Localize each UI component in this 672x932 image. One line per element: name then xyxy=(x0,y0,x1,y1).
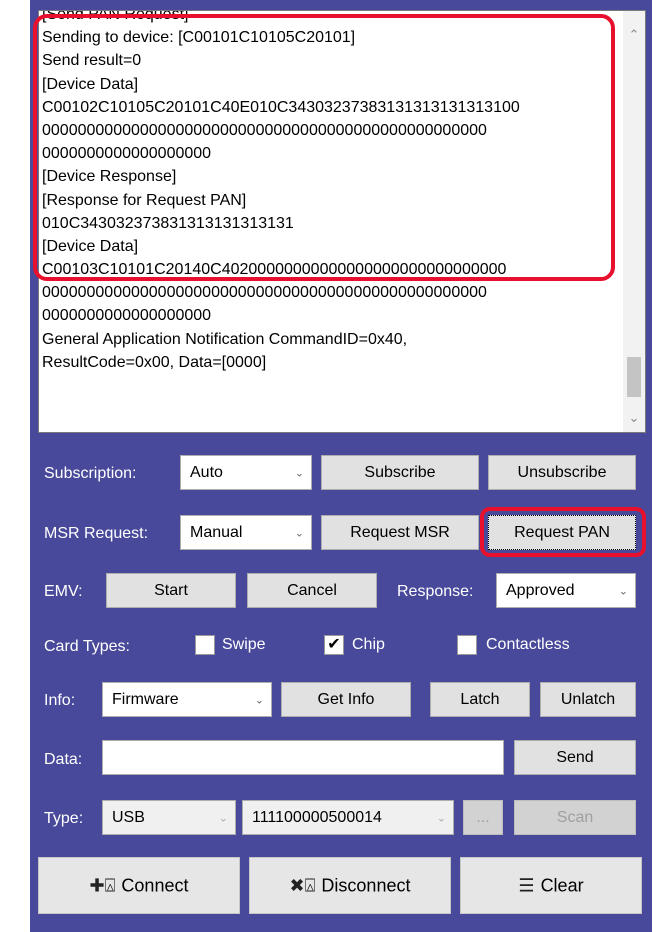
info-select[interactable]: Firmware ⌄ xyxy=(102,682,272,717)
swipe-label: Swipe xyxy=(222,636,266,653)
card-types-label: Card Types: xyxy=(44,638,130,655)
scroll-thumb[interactable] xyxy=(627,357,641,397)
unlatch-button[interactable]: Unlatch xyxy=(540,682,636,717)
chevron-down-icon: ⌄ xyxy=(436,812,446,824)
checkmark-icon: ✔ xyxy=(327,636,341,653)
response-value: Approved xyxy=(506,581,575,599)
unsubscribe-button[interactable]: Unsubscribe xyxy=(488,455,636,490)
chip-label: Chip xyxy=(352,636,385,653)
response-select[interactable]: Approved ⌄ xyxy=(496,573,636,608)
chip-checkbox[interactable]: ✔ xyxy=(324,635,344,655)
log-highlight xyxy=(33,14,615,281)
browse-button[interactable]: ... xyxy=(463,800,503,835)
msr-request-label: MSR Request: xyxy=(44,525,149,542)
emv-label: EMV: xyxy=(44,583,83,600)
data-input[interactable] xyxy=(102,740,504,775)
emv-start-button[interactable]: Start xyxy=(106,573,236,608)
chevron-down-icon: ⌄ xyxy=(254,694,264,706)
clear-label: Clear xyxy=(540,875,584,895)
swipe-checkbox[interactable] xyxy=(195,635,215,655)
contactless-checkbox[interactable] xyxy=(457,635,477,655)
clear-button[interactable]: ☰ Clear xyxy=(460,857,642,914)
log-line: ResultCode=0x00, Data=[0000] xyxy=(42,353,267,371)
info-label: Info: xyxy=(44,692,76,709)
subscription-select[interactable]: Auto ⌄ xyxy=(180,455,312,490)
scroll-up-icon[interactable]: ⌃ xyxy=(623,25,645,45)
request-msr-button[interactable]: Request MSR xyxy=(321,515,479,550)
connect-label: Connect xyxy=(121,875,189,895)
log-line: 0000000000000000000000000000000000000000… xyxy=(42,284,487,302)
main-panel: [Send PAN Request] Sending to device: [C… xyxy=(30,0,652,932)
device-select[interactable]: 111100000500014 ⌄ xyxy=(242,800,454,835)
connect-button[interactable]: ✚⍓ Connect xyxy=(38,857,240,914)
log-line: 0000000000000000000 xyxy=(42,307,212,325)
request-pan-highlight xyxy=(480,507,646,557)
log-line: General Application Notification Command… xyxy=(42,330,408,348)
subscription-value: Auto xyxy=(190,463,223,481)
msr-request-value: Manual xyxy=(190,523,243,541)
disconnect-button[interactable]: ✖⍓ Disconnect xyxy=(249,857,451,914)
response-label: Response: xyxy=(397,583,474,600)
type-value: USB xyxy=(112,808,145,826)
subscription-label: Subscription: xyxy=(44,465,137,482)
log-scrollbar[interactable]: ⌃ ⌄ xyxy=(623,11,645,432)
chevron-down-icon: ⌄ xyxy=(294,467,304,479)
chevron-down-icon: ⌄ xyxy=(218,812,228,824)
contactless-label: Contactless xyxy=(486,636,570,653)
disconnect-label: Disconnect xyxy=(321,875,411,895)
device-value: 111100000500014 xyxy=(252,808,382,826)
latch-button[interactable]: Latch xyxy=(430,682,530,717)
get-info-button[interactable]: Get Info xyxy=(281,682,411,717)
connect-plug-icon: ✚⍓ xyxy=(89,875,116,895)
send-button[interactable]: Send xyxy=(514,740,636,775)
emv-cancel-button[interactable]: Cancel xyxy=(247,573,377,608)
chevron-down-icon: ⌄ xyxy=(294,527,304,539)
type-select[interactable]: USB ⌄ xyxy=(102,800,236,835)
data-label: Data: xyxy=(44,751,83,768)
scroll-down-icon[interactable]: ⌄ xyxy=(623,408,645,428)
chevron-down-icon: ⌄ xyxy=(618,585,628,597)
msr-request-select[interactable]: Manual ⌄ xyxy=(180,515,312,550)
clear-list-icon: ☰ xyxy=(518,875,535,895)
subscribe-button[interactable]: Subscribe xyxy=(321,455,479,490)
scan-button[interactable]: Scan xyxy=(514,800,636,835)
info-value: Firmware xyxy=(112,690,179,708)
disconnect-plug-icon: ✖⍓ xyxy=(289,875,316,895)
type-label: Type: xyxy=(44,810,84,827)
